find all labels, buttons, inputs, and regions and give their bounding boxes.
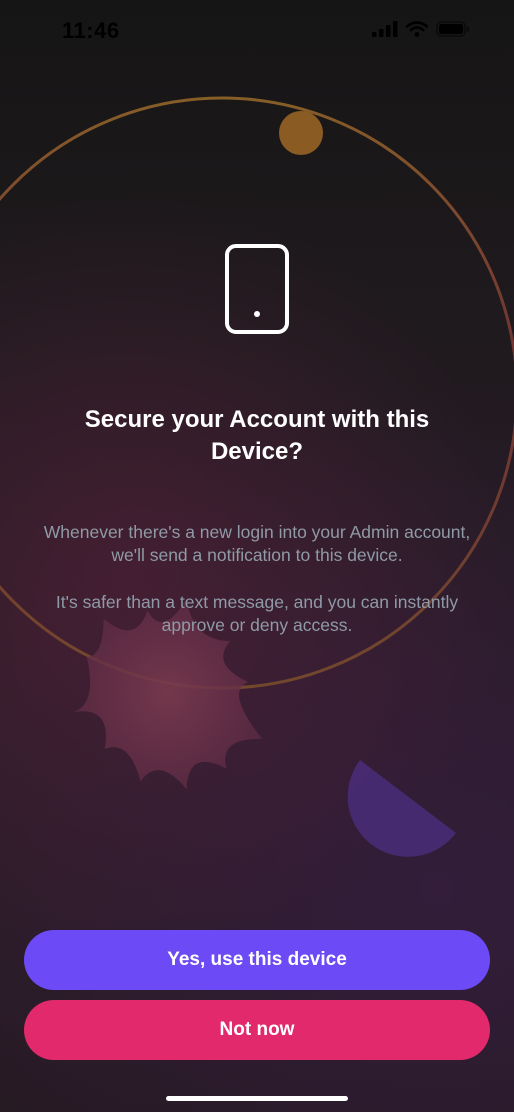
description-safety: It's safer than a text message, and you … [55, 592, 459, 635]
cellular-signal-icon [372, 20, 398, 42]
phone-device-icon [225, 244, 289, 334]
description-notification: Whenever there's a new login into your A… [43, 522, 471, 565]
not-now-button[interactable]: Not now [24, 1000, 490, 1060]
battery-icon [436, 20, 470, 42]
status-icons [372, 20, 470, 42]
use-this-device-button[interactable]: Yes, use this device [24, 930, 490, 990]
status-time: 11:46 [62, 18, 120, 43]
home-indicator [166, 1096, 348, 1101]
orbit-planet [279, 111, 323, 155]
page-title: Secure your Account with this Device? [84, 406, 430, 465]
wifi-icon [405, 20, 429, 42]
status-bar: 11:46 [0, 0, 514, 62]
onboarding-screen: 11:46 Secure your Account with this Devi… [0, 0, 514, 1112]
half-moon-shape [347, 760, 456, 857]
